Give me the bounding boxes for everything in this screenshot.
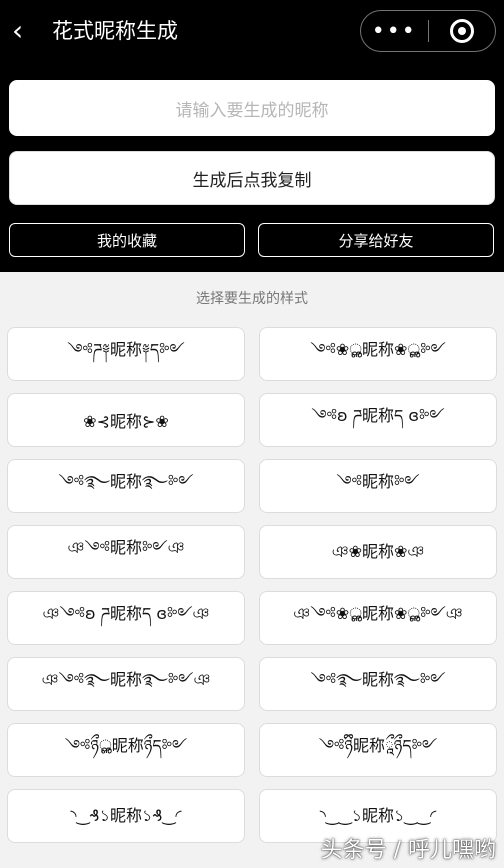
style-option[interactable]: ༺ཉྀൢ昵称ཉྀད༻ bbox=[7, 723, 245, 777]
nickname-input[interactable]: 请输入要生成的昵称 bbox=[9, 80, 495, 136]
watermark: 头条号 / 呼儿嘿哟 bbox=[320, 838, 496, 863]
style-option[interactable]: ঞ༺昵称༻ঞ bbox=[7, 525, 245, 579]
style-option[interactable]: ༺࿐昵称࿐༻ bbox=[259, 657, 497, 711]
favorites-button[interactable]: 我的收藏 bbox=[9, 223, 245, 257]
style-option[interactable]: ༺❀ൢ昵称❀ൢ༻ bbox=[259, 327, 497, 381]
share-button[interactable]: 分享给好友 bbox=[258, 223, 494, 257]
chevron-left-icon[interactable]: ‹ bbox=[12, 16, 40, 46]
more-dots-icon[interactable]: ••• bbox=[361, 19, 428, 44]
style-option[interactable]: ༺昵称༻ bbox=[259, 459, 497, 513]
page-title: 花式昵称生成 bbox=[52, 19, 178, 43]
style-option[interactable]: ◝‿₰১昵称১₰‿◜ bbox=[7, 789, 245, 843]
style-option[interactable]: ༺ཉྀི昵称ཱྀཉྀད༻ bbox=[259, 723, 497, 777]
navigation-bar: ‹ 花式昵称生成 ••• bbox=[0, 0, 504, 62]
mini-program-capsule: ••• bbox=[360, 10, 496, 52]
close-mini-program-button[interactable] bbox=[429, 19, 496, 43]
style-option[interactable]: ❀⊰昵称⊱❀ bbox=[7, 393, 245, 447]
style-option[interactable]: ঞ༺ʚ ཌ昵称ད ɞ༻ঞ bbox=[7, 591, 245, 645]
style-option[interactable]: ༺ཌ༈昵称༈ད༻ bbox=[7, 327, 245, 381]
style-grid: ༺ཌ༈昵称༈ད༻ ༺❀ൢ昵称❀ൢ༻ ❀⊰昵称⊱❀ ༺ʚ ཌ昵称ད ɞ༻ ༺࿐昵称… bbox=[7, 327, 499, 843]
style-option[interactable]: ༺࿐昵称࿐༻ bbox=[7, 459, 245, 513]
target-circle-icon bbox=[449, 19, 474, 43]
header-area: ‹ 花式昵称生成 ••• 请输入要生成的昵称 生成后点我复制 我的收藏 分享给好… bbox=[0, 0, 504, 272]
style-option[interactable]: ༺ʚ ཌ昵称ད ɞ༻ bbox=[259, 393, 497, 447]
style-option[interactable]: ঞ❀昵称❀ঞ bbox=[259, 525, 497, 579]
style-option[interactable]: ঞ༺❀ൢ昵称❀ൢ༻ঞ bbox=[259, 591, 497, 645]
style-option[interactable]: ঞ༺࿐昵称࿐༻ঞ bbox=[7, 657, 245, 711]
generate-copy-button[interactable]: 生成后点我复制 bbox=[9, 151, 495, 205]
style-section-title: 选择要生成的样式 bbox=[196, 291, 308, 307]
